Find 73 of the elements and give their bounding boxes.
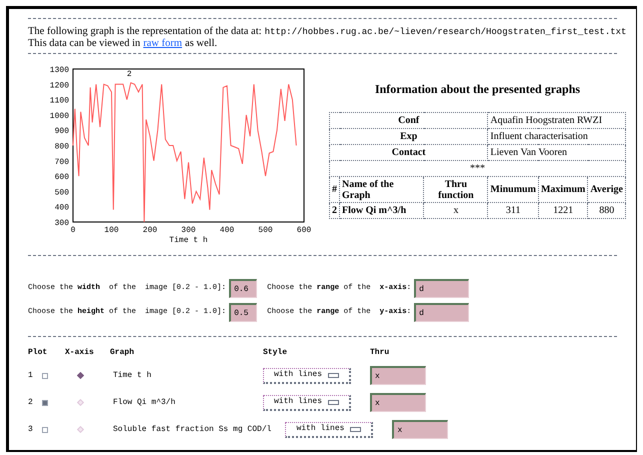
x-tick-label: 100	[104, 226, 119, 235]
style-dropdown[interactable]: with lines	[263, 368, 351, 384]
table-cell: Flow Qi m^3/h	[340, 202, 424, 218]
table-cell: ***	[330, 160, 626, 176]
y-tick-label: 500	[54, 188, 69, 198]
graph-name: Time t h	[112, 370, 152, 382]
row-number: 2	[28, 396, 34, 408]
table-cell: 311	[488, 202, 538, 218]
column-header: Averige	[588, 176, 626, 202]
row-number: 3	[28, 424, 34, 436]
column-header: Minumum	[488, 176, 538, 202]
x-tick-label: 0	[70, 226, 76, 235]
y-tick-label: 400	[54, 204, 69, 213]
column-header: Name of the Graph	[340, 176, 424, 202]
column-header: #	[330, 176, 340, 202]
thru-field[interactable]: x	[392, 420, 448, 439]
y-tick-label: 1200	[50, 81, 69, 90]
table-cell: Exp	[330, 128, 488, 144]
intro-text: The following graph is the representation of the data at:	[28, 26, 262, 37]
x-axis-label: Time t h	[169, 236, 208, 245]
graph-name: Flow Qi m^3/h	[112, 396, 176, 408]
column-header: X-axis	[65, 347, 95, 359]
style-dropdown[interactable]: with lines	[263, 394, 351, 410]
table-cell: Lieven Van Vooren	[488, 144, 626, 160]
column-header: Style	[263, 347, 288, 359]
raw-form-link[interactable]: raw form	[143, 38, 182, 49]
plot-checkbox[interactable]	[42, 372, 48, 378]
y-tick-label: 1300	[50, 66, 69, 75]
y-tick-label: 800	[54, 142, 69, 152]
y-tick-label: 700	[54, 158, 69, 167]
table-cell: Aquafin Hoogstraten RWZI	[488, 112, 626, 128]
row-number: 1	[28, 370, 34, 382]
legend-label: 2	[126, 70, 132, 79]
column-header: Thru	[370, 347, 390, 359]
thru-field[interactable]: x	[370, 393, 426, 412]
column-header: Thru function	[424, 176, 488, 202]
table-cell: 880	[588, 202, 626, 218]
data-url: http://hobbes.rug.ac.be/~lieven/research/Hoogstraten_first_test.txt	[264, 27, 626, 38]
dropdown-indicator-icon	[328, 372, 339, 378]
y-tick-label: 1100	[50, 96, 69, 106]
range-field[interactable]: d	[414, 303, 470, 322]
style-dropdown[interactable]: with lines	[285, 422, 374, 438]
plot-checkbox[interactable]	[42, 400, 48, 406]
dropdown-indicator-icon	[328, 400, 339, 404]
width-field[interactable]: 0.6	[229, 279, 258, 298]
column-header: Maximum	[538, 176, 588, 202]
x-tick-label: 600	[296, 226, 312, 235]
intro-text: This data can be viewed in	[28, 38, 140, 49]
table-cell: Influent characterisation	[488, 128, 626, 144]
dropdown-indicator-icon	[350, 426, 362, 432]
graph-name: Soluble fast fraction Ss mg COD/l	[112, 424, 272, 436]
table-cell: Contact	[330, 144, 488, 160]
x-tick-label: 500	[258, 226, 273, 235]
intro-text: as well.	[185, 38, 218, 49]
y-tick-label: 300	[54, 219, 69, 228]
column-header: Plot	[28, 347, 48, 359]
range-field[interactable]: d	[414, 279, 470, 298]
table-cell: Conf	[330, 112, 488, 128]
table-cell: 1221	[538, 202, 588, 218]
x-tick-label: 300	[181, 226, 196, 235]
info-title: Information about the presented graphs	[374, 81, 580, 98]
plot-checkbox[interactable]	[42, 426, 48, 432]
thru-field[interactable]: x	[370, 366, 426, 385]
table-cell: x	[424, 202, 488, 218]
table-cell: 2	[330, 202, 340, 218]
column-header: Graph	[110, 347, 136, 359]
y-tick-label: 1000	[50, 112, 69, 121]
x-tick-label: 200	[142, 226, 158, 235]
x-axis-radio[interactable]	[76, 372, 84, 380]
y-tick-label: 600	[54, 173, 69, 182]
y-tick-label: 900	[54, 127, 69, 136]
width-field[interactable]: 0.5	[229, 303, 258, 322]
x-tick-label: 400	[220, 226, 234, 235]
